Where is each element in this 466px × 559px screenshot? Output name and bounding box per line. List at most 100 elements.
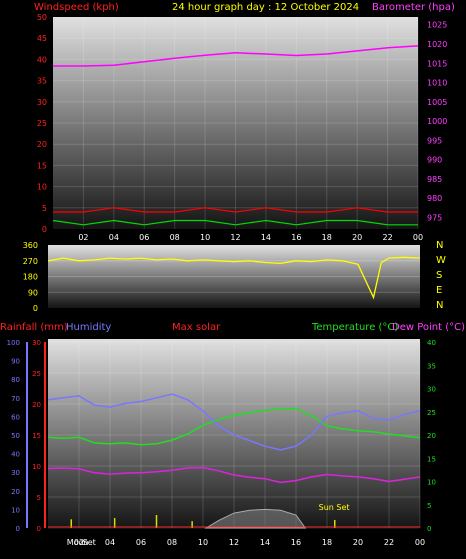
- dewpoint-axis-title: Dew Point (°C): [392, 322, 465, 333]
- rain-tick-label: 15: [32, 432, 41, 440]
- rain-tick-label: 25: [32, 370, 41, 378]
- temperature-tick-label: 30: [427, 386, 436, 394]
- temperature-tick-label: 40: [427, 339, 436, 347]
- max-solar-label: Max solar: [172, 322, 221, 333]
- humidity-tick-label: 50: [11, 432, 20, 440]
- barometer-tick-label: 1020: [427, 40, 447, 49]
- barometer-tick-label: 1015: [427, 59, 447, 68]
- humidity-tick-label: 10: [11, 506, 20, 514]
- x-tick-label: 12: [230, 233, 240, 242]
- barometer-tick-label: 990: [427, 156, 442, 165]
- x-tick-label: 10: [200, 233, 210, 242]
- x-tick-label: 18: [322, 538, 332, 547]
- direction-tick-label: 90: [28, 288, 38, 297]
- compass-labels: NWSEN: [436, 240, 446, 311]
- wind-barometer-panel: Windspeed (kph) 24 hour graph day : 12 O…: [34, 2, 455, 242]
- humidity-tick-label: 20: [11, 488, 20, 496]
- temperature-axis-title: Temperature (°C): [311, 322, 398, 333]
- humidity-tick-label: 90: [11, 358, 20, 366]
- temperature-tick-label: 0: [427, 525, 431, 533]
- x-tick-label: 04: [109, 233, 119, 242]
- barometer-tick-label: 1000: [427, 117, 447, 126]
- barometer-tick-label: 980: [427, 194, 442, 203]
- barometer-tick-label: 995: [427, 136, 442, 145]
- barometer-tick-label: 1010: [427, 79, 447, 88]
- temperature-y-ticks: 0 5 10 15 20 25 30 35 40: [427, 339, 436, 533]
- humidity-tick-label: 30: [11, 469, 20, 477]
- humidity-axis-title: Humidity: [66, 322, 111, 333]
- x-tick-label: 00: [415, 538, 425, 547]
- wind-tick-label: 10: [37, 183, 47, 192]
- wind-tick-label: 30: [37, 98, 47, 107]
- humidity-tick-label: 60: [11, 413, 20, 421]
- x-tick-label: 04: [105, 538, 115, 547]
- humidity-tick-label: 80: [11, 376, 20, 384]
- rainfall-axis-title: Rainfall (mm): [0, 322, 68, 333]
- wind-axis-title: Windspeed (kph): [34, 2, 119, 13]
- rain-tick-label: 0: [37, 525, 41, 533]
- barometer-y-ticks: 975 980 985 990 995 1000 1005 1010 1015 1020 1025: [427, 21, 447, 223]
- humidity-tick-label: 40: [11, 451, 20, 459]
- barometer-tick-label: 975: [427, 213, 442, 222]
- x-tick-label: 22: [382, 233, 392, 242]
- sunset-label: Sun Set: [319, 503, 350, 512]
- humidity-tick-label: 0: [16, 525, 20, 533]
- moon-set-label: Set: [83, 538, 96, 547]
- compass-label: S: [436, 270, 442, 281]
- temperature-tick-label: 25: [427, 409, 436, 417]
- wind-tick-label: 20: [37, 140, 47, 149]
- direction-tick-label: 270: [23, 257, 38, 266]
- direction-tick-label: 360: [23, 241, 38, 250]
- x-tick-label: 08: [167, 538, 177, 547]
- compass-label: N: [436, 240, 443, 251]
- x-tick-label: 02: [78, 233, 88, 242]
- x-tick-label: 14: [260, 538, 270, 547]
- x-tick-label: 22: [384, 538, 394, 547]
- wind-tick-label: 35: [37, 77, 47, 86]
- x-tick-label: 20: [352, 233, 362, 242]
- wind-tick-label: 5: [42, 204, 47, 213]
- wind-direction-panel: 360270180900 NWSEN: [23, 240, 446, 313]
- rain-tick-label: 10: [32, 463, 41, 471]
- x-tick-label: 20: [353, 538, 363, 547]
- temperature-tick-label: 10: [427, 479, 436, 487]
- compass-label: N: [436, 300, 443, 311]
- temperature-tick-label: 5: [427, 502, 431, 510]
- barometer-tick-label: 1005: [427, 98, 447, 107]
- weather-charts: Windspeed (kph) 24 hour graph day : 12 O…: [0, 2, 465, 547]
- barometer-axis-title: Barometer (hpa): [372, 2, 455, 13]
- x-tick-label: 18: [322, 233, 332, 242]
- rain-tick-label: 20: [32, 401, 41, 409]
- rain-y-ticks: 0 5 10 15 20 25 30: [32, 339, 41, 533]
- x-tick-label: 12: [229, 538, 239, 547]
- temperature-tick-label: 15: [427, 455, 436, 463]
- panel1-x-ticks: 02 04 06 08 10 12 14 16 18 20 22 00: [78, 233, 423, 242]
- temperature-humidity-panel: Rainfall (mm) Humidity Max solar Tempera…: [0, 322, 465, 547]
- humidity-tick-label: 70: [11, 395, 20, 403]
- temperature-tick-label: 35: [427, 362, 436, 370]
- wind-tick-label: 15: [37, 161, 47, 170]
- barometer-tick-label: 985: [427, 175, 442, 184]
- compass-label: W: [436, 255, 446, 266]
- x-tick-label: 06: [139, 233, 149, 242]
- humidity-tick-label: 100: [7, 339, 20, 347]
- x-tick-label: 16: [291, 233, 301, 242]
- rain-tick-label: 30: [32, 339, 41, 347]
- temperature-tick-label: 20: [427, 432, 436, 440]
- wind-tick-label: 25: [37, 119, 47, 128]
- x-tick-label: 10: [198, 538, 208, 547]
- wind-tick-label: 45: [37, 34, 47, 43]
- panel3-x-ticks: 02 04 06 08 10 12 14 16 18 20 22 00: [74, 538, 425, 547]
- rain-tick-label: 5: [37, 494, 41, 502]
- x-tick-label: 06: [136, 538, 146, 547]
- direction-tick-label: 180: [23, 273, 38, 282]
- wind-tick-label: 40: [37, 55, 47, 64]
- direction-y-ticks: 360 270 180 90 0: [23, 241, 38, 313]
- direction-tick-label: 0: [33, 304, 38, 313]
- compass-label: E: [436, 285, 442, 296]
- x-tick-label: 08: [170, 233, 180, 242]
- barometer-tick-label: 1025: [427, 21, 447, 30]
- wind-tick-label: 50: [37, 13, 47, 22]
- chart-title: 24 hour graph day : 12 October 2024: [172, 2, 359, 13]
- x-tick-label: 14: [261, 233, 271, 242]
